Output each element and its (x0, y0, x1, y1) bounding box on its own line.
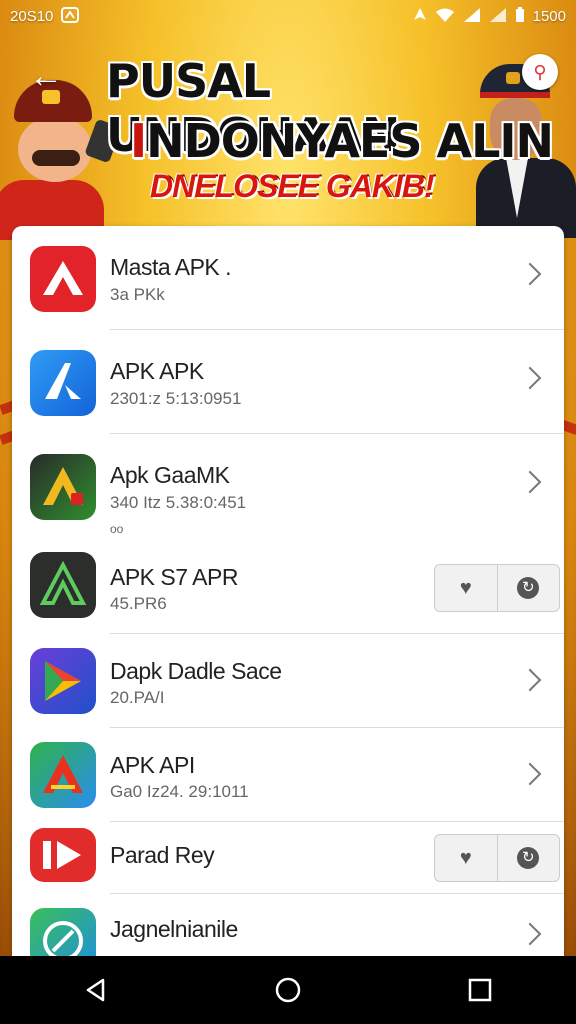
heart-icon: ♥ (459, 846, 472, 869)
app-name: APK API (110, 752, 195, 778)
app-meta: 2301:z 5:13:0951 (110, 389, 242, 408)
app-name: Apk GaaMK (110, 462, 230, 488)
app-list: Masta APK . 3a PKk APK APK 2301:z 5:13:0… (12, 226, 564, 956)
favorite-button[interactable]: ♥ (435, 835, 497, 881)
list-item[interactable]: Jagnelnianile (12, 894, 564, 956)
overflow-dots: oo (110, 522, 124, 536)
back-button[interactable]: ← (24, 54, 68, 98)
notification-icon (61, 6, 80, 26)
battery-text: 1500 (532, 7, 566, 25)
banner-title-line2-text: NDONYAES ALIN (146, 114, 554, 168)
red-a-icon (30, 246, 96, 312)
chevron-right-icon[interactable] (518, 470, 542, 494)
list-item[interactable]: Dapk Dadle Sace 20.PA/I (12, 634, 564, 728)
chevron-right-icon[interactable] (518, 262, 542, 286)
battery-icon (515, 6, 525, 26)
rainbow-a-icon (30, 742, 96, 808)
app-meta: 20.PA/I (110, 688, 165, 707)
app-name: Dapk Dadle Sace (110, 658, 282, 684)
app-meta: 45.PR6 (110, 594, 167, 613)
blue-pen-icon (30, 908, 96, 956)
refresh-button[interactable]: ↻ (496, 565, 560, 611)
red-play-icon (30, 828, 96, 882)
app-meta: Ga0 Iz24. 29:1011 (110, 782, 249, 801)
signal-icon (489, 7, 507, 26)
square-recents-icon (468, 978, 492, 1002)
play-store-icon (30, 648, 96, 714)
banner-subtitle: DNELOSEE GAKIB! (150, 168, 435, 204)
location-icon (413, 7, 427, 26)
list-item[interactable]: Apk GaaMK 340 Itz 5.38:0:451 oo (12, 434, 564, 538)
status-bar: 20S10 1500 (0, 0, 576, 32)
banner-title-line2: INDONYAES ALIN (130, 114, 554, 168)
blue-a-icon (30, 350, 96, 416)
refresh-button[interactable]: ↻ (496, 835, 560, 881)
wifi-icon (435, 7, 455, 26)
chevron-right-icon[interactable] (518, 922, 542, 946)
gaming-a-icon (30, 454, 96, 520)
back-arrow-icon: ← (29, 57, 63, 95)
app-name: Parad Rey (110, 842, 215, 868)
system-navigation-bar (0, 956, 576, 1024)
chevron-right-icon[interactable] (518, 762, 542, 786)
app-name: Masta APK . (110, 254, 232, 280)
circle-home-icon (275, 977, 301, 1003)
status-time: 20S10 (10, 7, 54, 25)
app-meta: 3a PKk (110, 285, 165, 304)
refresh-icon: ↻ (517, 847, 540, 869)
refresh-icon: ↻ (517, 577, 540, 599)
dark-a-icon (30, 552, 96, 618)
favorite-button[interactable]: ♥ (435, 565, 497, 611)
list-item[interactable]: APK S7 APR 45.PR6 ♥ ↻ (12, 538, 564, 634)
app-name: APK S7 APR (110, 564, 238, 590)
heart-icon: ♥ (459, 576, 472, 599)
triangle-back-icon (86, 978, 105, 1002)
app-name: APK APK (110, 358, 204, 384)
signal-icon (463, 7, 481, 26)
list-item[interactable]: Masta APK . 3a PKk (12, 226, 564, 330)
list-item[interactable]: APK APK 2301:z 5:13:0951 (12, 330, 564, 434)
nav-home-button[interactable] (258, 960, 318, 1020)
item-actions: ♥ ↻ (434, 834, 560, 882)
banner-title-prefix: I (130, 114, 147, 168)
nav-back-button[interactable] (66, 960, 126, 1020)
item-actions: ♥ ↻ (434, 564, 560, 612)
list-item[interactable]: APK API Ga0 Iz24. 29:1011 (12, 728, 564, 822)
list-item[interactable]: Parad Rey ♥ ↻ (12, 822, 564, 894)
chevron-right-icon[interactable] (518, 668, 542, 692)
app-name: Jagnelnianile (110, 916, 238, 942)
app-meta: 340 Itz 5.38:0:451 (110, 493, 247, 512)
nav-recents-button[interactable] (450, 960, 510, 1020)
chevron-right-icon[interactable] (518, 366, 542, 390)
